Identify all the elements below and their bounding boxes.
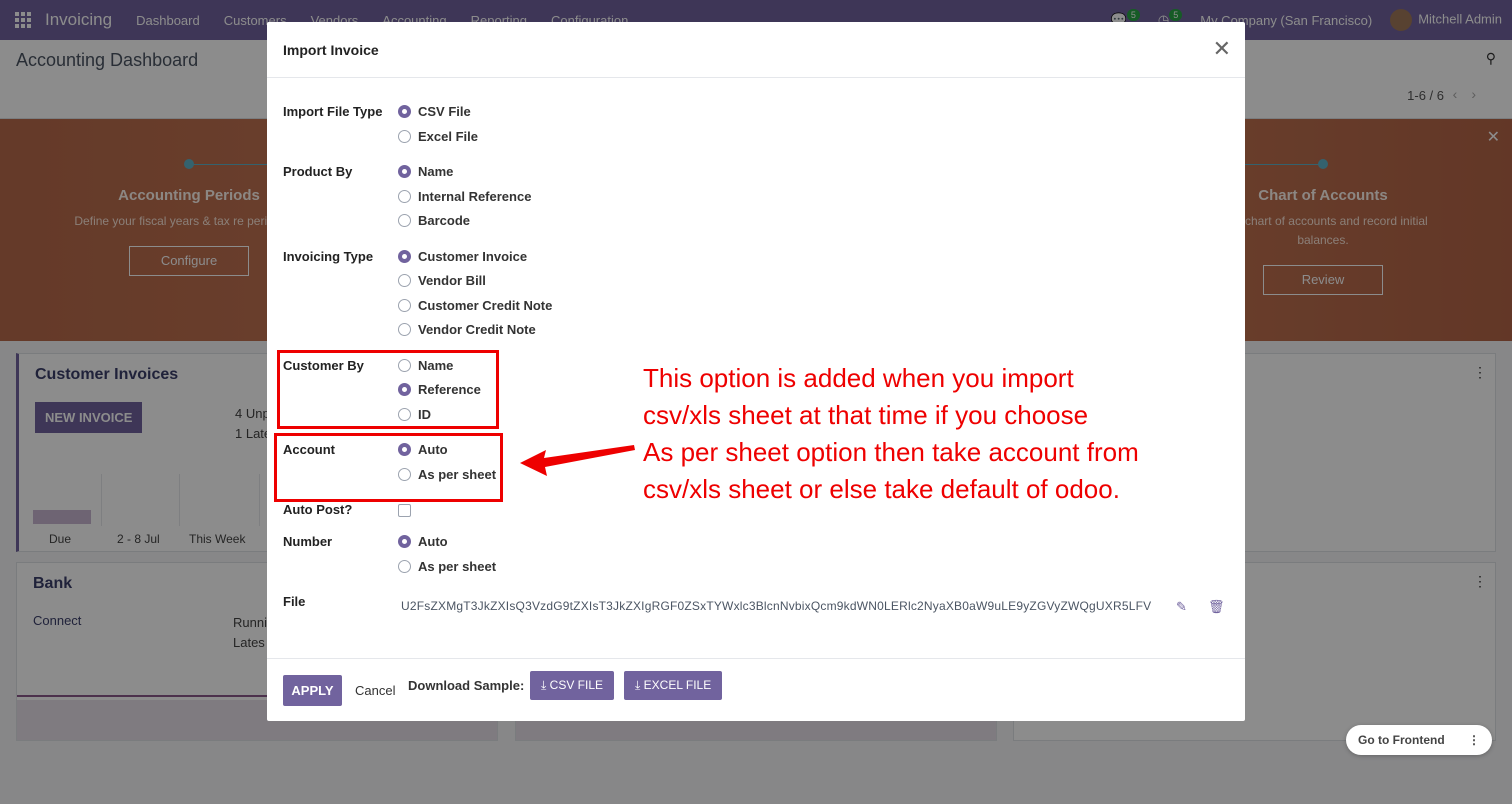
pencil-icon[interactable]: ✎: [1176, 599, 1187, 615]
radio-button[interactable]: [398, 190, 411, 203]
modal-header: Import Invoice ✕: [267, 22, 1245, 78]
close-icon[interactable]: ✕: [1213, 36, 1231, 62]
radio-button[interactable]: [398, 105, 411, 118]
download-sample-label: Download Sample:: [408, 678, 525, 693]
radio-internal-reference[interactable]: Internal Reference: [398, 189, 531, 204]
file-value: U2FsZXMgT3JkZXIsQ3VzdG9tZXIsT3JkZXIgRGF0…: [401, 599, 1152, 613]
annotation-line: This option is added when you import: [643, 363, 1074, 393]
annotation-text: This option is added when you import csv…: [643, 360, 1203, 508]
radio-label: Vendor Bill: [418, 273, 486, 288]
import-file-type-label: Import File Type: [283, 104, 383, 119]
radio-label: Auto: [418, 534, 448, 549]
radio-barcode[interactable]: Barcode: [398, 213, 470, 228]
highlight-customer-by: [277, 350, 499, 429]
annotation-line: csv/xls sheet at that time if you choose: [643, 400, 1089, 430]
radio-label: Name: [418, 164, 454, 179]
trash-icon[interactable]: 🗑: [1208, 599, 1225, 615]
download-excel-label: EXCEL FILE: [643, 678, 712, 692]
go-to-frontend-button[interactable]: Go to Frontend ⋮: [1346, 725, 1492, 755]
cancel-button[interactable]: Cancel: [355, 683, 395, 698]
radio-label: Barcode: [418, 213, 471, 228]
radio-button[interactable]: [398, 299, 411, 312]
radio-button[interactable]: [398, 214, 411, 227]
highlight-account: [274, 433, 503, 502]
radio-excel-file[interactable]: Excel File: [398, 129, 478, 144]
invoicing-type-label: Invoicing Type: [283, 249, 374, 264]
download-icon: ⤓: [541, 678, 547, 692]
radio-button[interactable]: [398, 130, 411, 143]
download-csv-label: CSV FILE: [549, 678, 604, 692]
go-to-frontend-label: Go to Frontend: [1358, 733, 1445, 747]
radio-product-name[interactable]: Name: [398, 164, 453, 179]
radio-label: As per sheet: [418, 559, 497, 574]
radio-csv-file[interactable]: CSV File: [398, 104, 471, 119]
radio-button[interactable]: [398, 560, 411, 573]
radio-number-as-per-sheet[interactable]: As per sheet: [398, 559, 496, 574]
download-icon: ⤓: [635, 678, 641, 692]
radio-label: CSV File: [418, 104, 471, 119]
annotation-line: As per sheet option then take account fr…: [643, 437, 1139, 467]
radio-vendor-bill[interactable]: Vendor Bill: [398, 273, 486, 288]
radio-label: Excel File: [418, 129, 478, 144]
radio-customer-credit-note[interactable]: Customer Credit Note: [398, 298, 552, 313]
modal-title: Import Invoice: [283, 42, 379, 58]
kebab-menu-icon[interactable]: ⋮: [1468, 725, 1480, 755]
radio-button[interactable]: [398, 274, 411, 287]
annotation-arrow-icon: [520, 445, 635, 476]
radio-button[interactable]: [398, 250, 411, 263]
auto-post-checkbox[interactable]: [398, 504, 411, 517]
download-excel-button[interactable]: ⤓ EXCEL FILE: [624, 671, 723, 700]
radio-button[interactable]: [398, 535, 411, 548]
number-label: Number: [283, 534, 333, 549]
modal-footer: APPLY Cancel Download Sample: ⤓ CSV FILE…: [267, 658, 1245, 721]
download-csv-button[interactable]: ⤓ CSV FILE: [530, 671, 615, 700]
radio-button[interactable]: [398, 323, 411, 336]
auto-post-label: Auto Post?: [283, 502, 353, 517]
radio-label: Internal Reference: [418, 189, 532, 204]
radio-vendor-credit-note[interactable]: Vendor Credit Note: [398, 322, 536, 337]
radio-label: Customer Credit Note: [418, 298, 553, 313]
radio-label: Vendor Credit Note: [418, 322, 536, 337]
file-label: File: [283, 594, 306, 609]
annotation-line: csv/xls sheet or else take default of od…: [643, 474, 1120, 504]
radio-label: Customer Invoice: [418, 249, 528, 264]
radio-customer-invoice[interactable]: Customer Invoice: [398, 249, 527, 264]
product-by-label: Product By: [283, 164, 353, 179]
radio-button[interactable]: [398, 165, 411, 178]
radio-number-auto[interactable]: Auto: [398, 534, 448, 549]
apply-button[interactable]: APPLY: [283, 675, 342, 706]
